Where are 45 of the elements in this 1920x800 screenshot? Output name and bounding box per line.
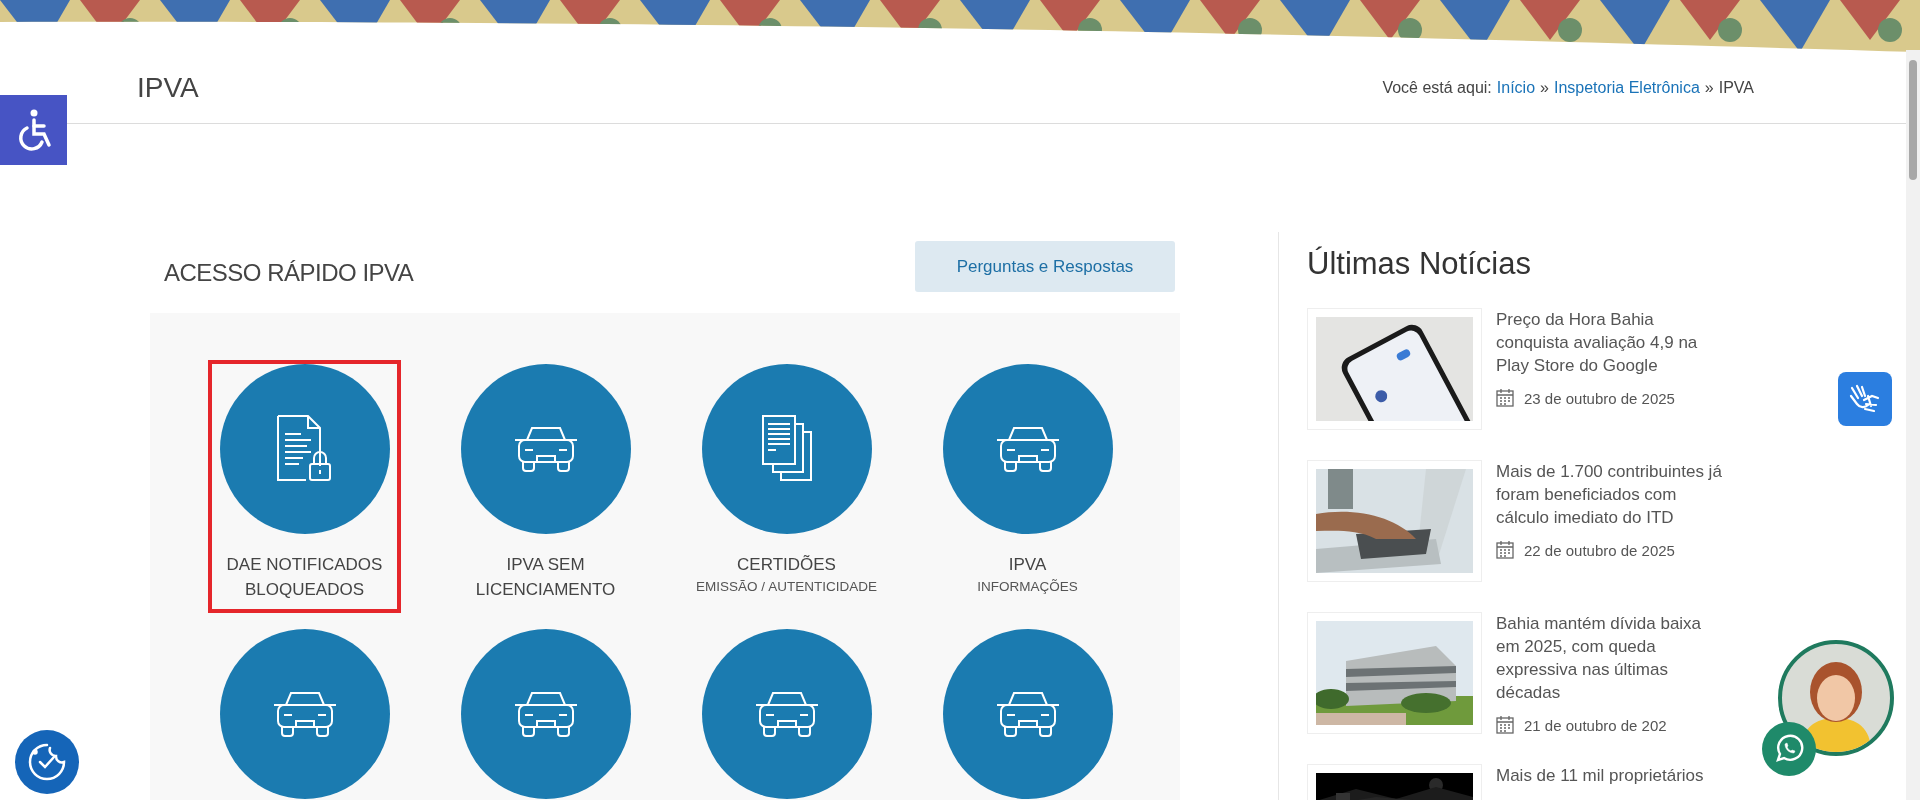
quick-access-tile[interactable]: DAE NOTIFICADOS BLOQUEADOS [208, 360, 401, 613]
whatsapp-button[interactable] [1762, 722, 1816, 776]
news-headline[interactable]: Mais de 11 mil proprietários [1496, 764, 1724, 787]
breadcrumb-separator: » [1704, 78, 1714, 97]
news-headline[interactable]: Mais de 1.700 contribuintes já foram beneficiados com cálculo imediato do ITD [1496, 460, 1724, 529]
tile-title: CERTIDÕES [736, 554, 837, 576]
tile-subtitle: EMISSÃO / AUTENTICIDADE [696, 579, 877, 594]
news-date: 23 de outubro de 2025 [1524, 389, 1675, 407]
car-icon [994, 689, 1061, 739]
calendar-icon [1496, 541, 1514, 559]
quick-access-tile[interactable]: IPVA INFORMAÇÕES [931, 360, 1124, 613]
breadcrumb-link[interactable]: Inspetoria Eletrônica [1553, 78, 1700, 97]
breadcrumb-current: IPVA [1718, 78, 1754, 97]
quick-access-tile[interactable]: CERTIDÕES EMISSÃO / AUTENTICIDADE [690, 360, 883, 613]
news-headline[interactable]: Preço da Hora Bahia conquista avaliação 4,9 na Play Store do Google [1496, 308, 1724, 377]
tile-title: IPVA [1007, 554, 1048, 576]
tile-title: IPVA SEM LICENCIAMENTO [474, 554, 617, 601]
tile-title: DAE NOTIFICADOS BLOQUEADOS [225, 554, 384, 601]
breadcrumb-label: Você está aqui: [1382, 78, 1492, 97]
hands-icon [1848, 384, 1882, 414]
car-icon [512, 424, 579, 474]
documents-icon [760, 414, 813, 484]
breadcrumb-separator: » [1540, 78, 1549, 97]
tile-subtitle: INFORMAÇÕES [977, 579, 1078, 594]
locked-document-icon [275, 414, 334, 484]
scrollbar[interactable] [1906, 50, 1920, 800]
quick-access-tile[interactable]: IPVA SEM LICENCIAMENTO [449, 360, 642, 613]
car-icon [271, 689, 338, 739]
section-title: ACESSO RÁPIDO IPVA [164, 258, 414, 287]
breadcrumb-link[interactable]: Início [1496, 78, 1536, 97]
news-date: 21 de outubro de 202 [1524, 716, 1667, 734]
calendar-icon [1496, 716, 1514, 734]
car-icon [753, 689, 820, 739]
car-icon [512, 689, 579, 739]
car-icon [994, 424, 1061, 474]
page-title: IPVA [137, 71, 199, 104]
whatsapp-icon [1774, 734, 1804, 764]
sign-language-button[interactable] [1838, 372, 1892, 426]
accessibility-button[interactable] [0, 95, 67, 165]
calendar-icon [1496, 389, 1514, 407]
faq-button[interactable]: Perguntas e Respostas [915, 241, 1175, 292]
news-title: Últimas Notícias [1307, 246, 1532, 282]
cookie-check-icon [27, 742, 67, 782]
news-headline[interactable]: Bahia mantém dívida baixa em 2025, com queda expressiva nas últimas décadas [1496, 612, 1724, 704]
news-date: 22 de outubro de 2025 [1524, 541, 1675, 559]
